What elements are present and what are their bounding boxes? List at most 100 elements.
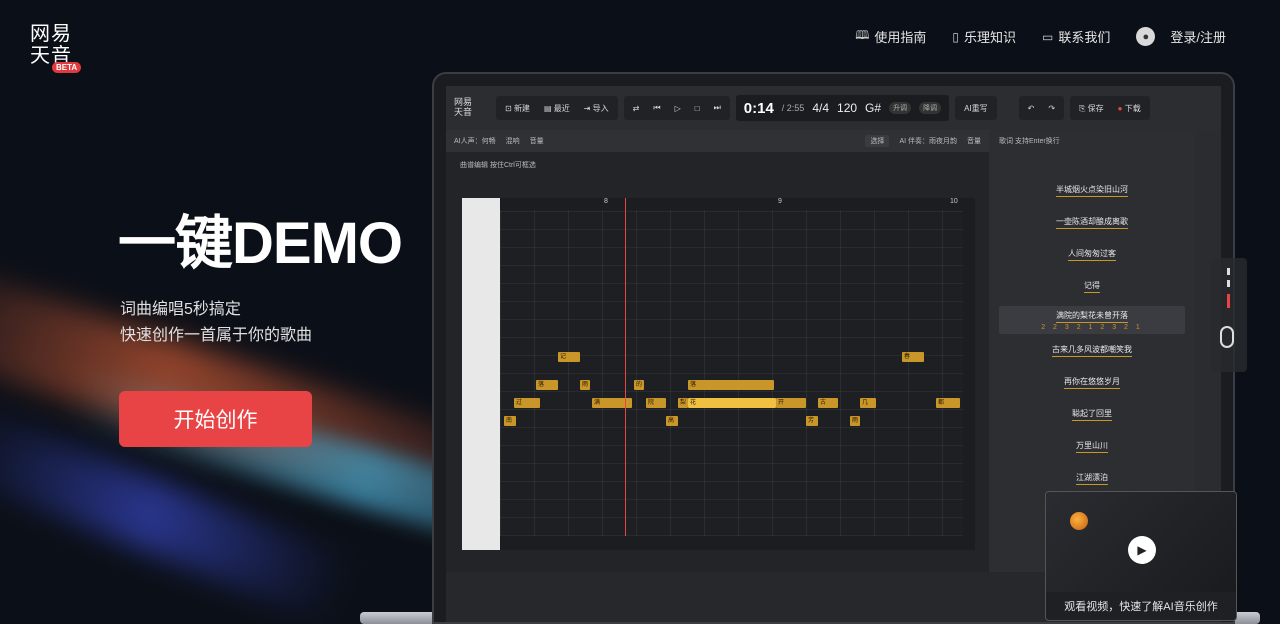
- download-button[interactable]: ● 下载: [1113, 103, 1146, 114]
- hero-sub-line2: 快速创作一首属于你的歌曲: [120, 327, 313, 344]
- volume-label[interactable]: 音量: [530, 136, 544, 146]
- playhead[interactable]: [625, 198, 626, 536]
- undo-group: ↶ ↷: [1018, 96, 1065, 120]
- next-icon[interactable]: ⏭: [709, 103, 726, 113]
- prev-icon[interactable]: ⏮: [648, 103, 665, 113]
- video-thumbnail: ▶: [1046, 492, 1236, 592]
- brand-line1: 网易: [30, 21, 72, 45]
- lyric-pitch-numbers: 2 2 3 2 1 2 3 2 1: [1041, 324, 1143, 331]
- undo-icon[interactable]: ↶: [1023, 104, 1040, 113]
- loop-icon[interactable]: ⇄: [628, 104, 645, 113]
- hero-subtitle: 词曲编唱5秒搞定 快速创作一首属于你的歌曲: [120, 297, 312, 349]
- new-button[interactable]: ⊡ 新建: [500, 103, 535, 114]
- top-nav: 🕮 使用指南 ▯ 乐理知识 ▭ 联系我们 ● 登录/注册: [855, 26, 1226, 47]
- mouse-icon: [1220, 326, 1234, 348]
- scroll-dot[interactable]: [1227, 268, 1230, 275]
- transport-group: ⇄ ⏮ ▷ □ ⏭: [623, 96, 730, 120]
- note[interactable]: 几: [860, 398, 876, 408]
- note-grid[interactable]: 记 落 雨 的 落 过 满 院 梨 花 开 古 几 都 南 高 芳 雨 春: [500, 210, 963, 536]
- timeline-ruler[interactable]: 8 9 10: [500, 198, 963, 210]
- note[interactable]: 雨: [580, 380, 590, 390]
- save-group: ⎘ 保存 ● 下载: [1070, 96, 1150, 120]
- note[interactable]: 高: [666, 416, 678, 426]
- redo-icon[interactable]: ↷: [1043, 104, 1060, 113]
- lyric-line[interactable]: 人间匆匆过客: [989, 248, 1195, 261]
- note[interactable]: 记: [558, 352, 580, 362]
- scroll-dot-active[interactable]: [1227, 294, 1230, 308]
- play-icon[interactable]: ▶: [1128, 536, 1156, 564]
- nav-label: 乐理知识: [964, 30, 1017, 45]
- hero-sub-line1: 词曲编唱5秒搞定: [120, 301, 241, 318]
- note[interactable]: 梨: [678, 398, 688, 408]
- import-button[interactable]: ⇥ 导入: [579, 103, 614, 114]
- note[interactable]: 的: [634, 380, 644, 390]
- lyric-line[interactable]: 古来几多风波都嘲笑我: [989, 344, 1195, 357]
- lyric-line[interactable]: 再你在悠悠岁月: [989, 376, 1195, 389]
- hero-title: 一键DEMO: [118, 211, 403, 276]
- login-button[interactable]: ● 登录/注册: [1136, 27, 1226, 46]
- save-button[interactable]: ⎘ 保存: [1074, 103, 1109, 114]
- ai-rewrite-button[interactable]: AI重写: [955, 96, 997, 120]
- note[interactable]: 雨: [850, 416, 860, 426]
- login-label: 登录/注册: [1170, 30, 1226, 45]
- lyric-line[interactable]: 万里山川: [989, 440, 1195, 453]
- nav-contact[interactable]: ▭ 联系我们: [1042, 27, 1110, 46]
- start-create-button[interactable]: 开始创作: [119, 391, 312, 447]
- note[interactable]: 满: [592, 398, 632, 408]
- brand-logo[interactable]: 网易 天音 BETA: [30, 22, 84, 76]
- nav-theory[interactable]: ▯ 乐理知识: [952, 27, 1016, 46]
- piano-roll[interactable]: 8 9 10 记 落 雨 的 落 过 满 院 梨 花 开 古 几 都 南 高 芳…: [462, 198, 975, 550]
- lower-key-chip[interactable]: 降调: [919, 102, 942, 114]
- key[interactable]: G#: [865, 101, 881, 115]
- score-editor: 曲谱编辑 按住Ctrl可框选 8 9 10 记 落 雨 的 落 过 满 院 梨 …: [446, 152, 989, 572]
- note[interactable]: 院: [646, 398, 666, 408]
- note[interactable]: 落: [536, 380, 558, 390]
- recent-button[interactable]: ▤ 最近: [539, 103, 575, 114]
- app-toolbar: 网易 天音 ⊡ 新建 ▤ 最近 ⇥ 导入 ⇄ ⏮ ▷ □ ⏭ 0:14 / 2:5…: [446, 86, 1221, 130]
- raise-key-chip[interactable]: 升调: [889, 102, 912, 114]
- note-selected[interactable]: 花: [688, 398, 776, 408]
- user-icon: ●: [1136, 27, 1156, 46]
- nav-guide[interactable]: 🕮 使用指南: [855, 26, 926, 47]
- ai-voice-label[interactable]: AI人声：何畅: [454, 136, 496, 146]
- duration: / 2:55: [781, 103, 805, 113]
- accomp-label[interactable]: AI 伴奏：雨夜月韵: [899, 136, 957, 146]
- nav-label: 使用指南: [874, 30, 927, 45]
- meter[interactable]: 4/4: [812, 101, 829, 115]
- lyric-line-active[interactable]: 满院的梨花未曾开落: [989, 310, 1195, 323]
- ruler-mark: 8: [604, 198, 608, 205]
- select-button[interactable]: 选择: [865, 135, 890, 147]
- ruler-mark: 10: [950, 198, 958, 205]
- bpm[interactable]: 120: [837, 101, 857, 115]
- note[interactable]: 南: [504, 416, 516, 426]
- moon-icon: [1070, 512, 1088, 530]
- note[interactable]: 古: [818, 398, 838, 408]
- file-group: ⊡ 新建 ▤ 最近 ⇥ 导入: [496, 96, 618, 120]
- lyric-line[interactable]: 江湖漂泊: [989, 472, 1195, 485]
- lyric-line[interactable]: 一壶陈酒却酿成离歌: [989, 216, 1195, 229]
- ruler-mark: 9: [778, 198, 782, 205]
- note[interactable]: 过: [514, 398, 540, 408]
- piano-keys[interactable]: [462, 198, 500, 550]
- lyric-line[interactable]: 聪起了回里: [989, 408, 1195, 421]
- volume-label-2[interactable]: 音量: [967, 136, 981, 146]
- note[interactable]: 都: [936, 398, 960, 408]
- note[interactable]: 春: [902, 352, 924, 362]
- current-time: 0:14: [743, 99, 774, 117]
- lyric-line[interactable]: 半城烟火点染旧山河: [989, 184, 1195, 197]
- stop-icon[interactable]: □: [690, 104, 705, 113]
- scroll-dot[interactable]: [1227, 280, 1230, 287]
- note[interactable]: 开: [776, 398, 806, 408]
- play-icon[interactable]: ▷: [670, 104, 686, 113]
- time-display: 0:14 / 2:55 4/4 120 G# 升调 降调: [735, 95, 950, 121]
- ai-rewrite-label: AI重写: [964, 103, 988, 113]
- intro-video-card[interactable]: ▶ 观看视频，快速了解AI音乐创作: [1045, 491, 1237, 621]
- note[interactable]: 芳: [806, 416, 818, 426]
- beta-badge: BETA: [52, 62, 82, 73]
- lyric-line[interactable]: 记得: [989, 280, 1195, 293]
- video-caption: 观看视频，快速了解AI音乐创作: [1064, 601, 1218, 613]
- page-scroll-indicator[interactable]: [1211, 258, 1247, 372]
- reverb-label[interactable]: 混响: [506, 136, 520, 146]
- note[interactable]: 落: [688, 380, 774, 390]
- editor-heading: 曲谱编辑 按住Ctrl可框选: [460, 162, 536, 169]
